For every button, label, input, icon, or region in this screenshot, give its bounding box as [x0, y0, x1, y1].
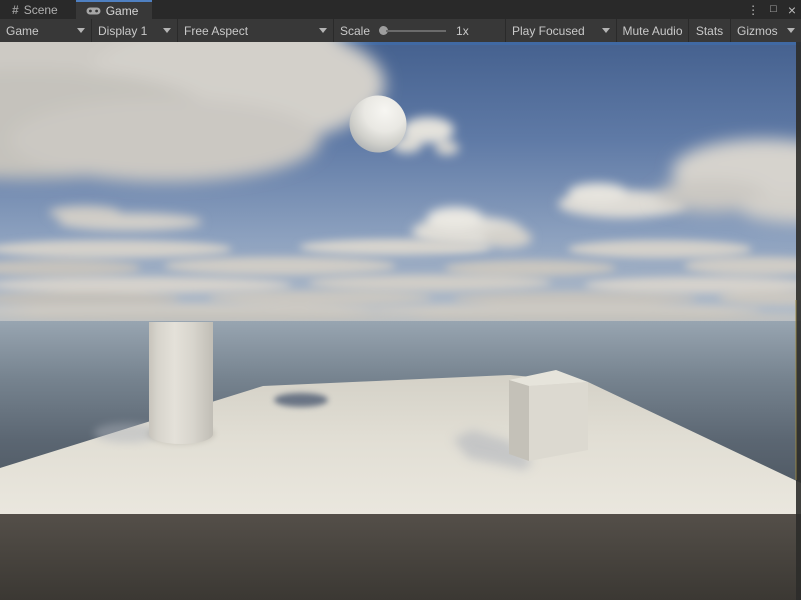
game-render-viewport[interactable] — [0, 42, 801, 600]
scale-slider-track[interactable] — [386, 30, 446, 32]
game-mode-label: Game — [6, 24, 39, 38]
stats-label: Stats — [696, 24, 723, 38]
tab-game[interactable]: Game — [76, 0, 153, 19]
aspect-ratio-dropdown[interactable]: Free Aspect — [178, 19, 334, 42]
tab-scene[interactable]: # Scene — [2, 0, 68, 19]
chevron-down-icon — [77, 28, 85, 33]
close-icon[interactable]: × — [788, 3, 796, 17]
game-view-toolbar: Game Display 1 Free Aspect Scale 1x Play… — [0, 19, 801, 42]
chevron-down-icon — [319, 28, 327, 33]
play-focused-dropdown[interactable]: Play Focused — [506, 19, 617, 42]
unity-game-window: # Scene Game ⋮ □ × Game Display 1 — [0, 0, 801, 600]
chevron-down-icon — [602, 28, 610, 33]
grid-icon: # — [12, 4, 19, 16]
scale-value: 1x — [456, 24, 469, 38]
sphere-object — [350, 96, 407, 153]
cylinder-object — [149, 322, 213, 444]
menu-icon[interactable]: ⋮ — [747, 4, 759, 16]
gizmos-label: Gizmos — [737, 24, 778, 38]
tab-game-label: Game — [106, 4, 139, 18]
chevron-down-icon — [163, 28, 171, 33]
stats-button[interactable]: Stats — [689, 19, 731, 42]
mute-audio-label: Mute Audio — [622, 24, 682, 38]
sphere-shadow — [274, 393, 328, 407]
aspect-label: Free Aspect — [184, 24, 248, 38]
window-controls: ⋮ □ × — [747, 0, 796, 19]
play-focused-label: Play Focused — [512, 24, 585, 38]
game-mode-dropdown[interactable]: Game — [0, 19, 92, 42]
gizmos-dropdown[interactable]: Gizmos — [731, 19, 801, 42]
tab-bar: # Scene Game ⋮ □ × — [0, 0, 801, 19]
tab-scene-label: Scene — [24, 3, 58, 17]
mute-audio-button[interactable]: Mute Audio — [617, 19, 689, 42]
maximize-icon[interactable]: □ — [770, 4, 777, 15]
display-dropdown[interactable]: Display 1 — [92, 19, 178, 42]
cube-object — [509, 370, 588, 461]
scale-slider-group: Scale 1x — [334, 19, 506, 42]
rendered-scene — [0, 42, 801, 600]
platform-front-face — [0, 514, 801, 600]
scale-label: Scale — [340, 24, 370, 38]
gamepad-icon — [86, 6, 101, 16]
chevron-down-icon — [787, 28, 795, 33]
display-label: Display 1 — [98, 24, 147, 38]
cloud-band-horizon — [0, 239, 801, 323]
